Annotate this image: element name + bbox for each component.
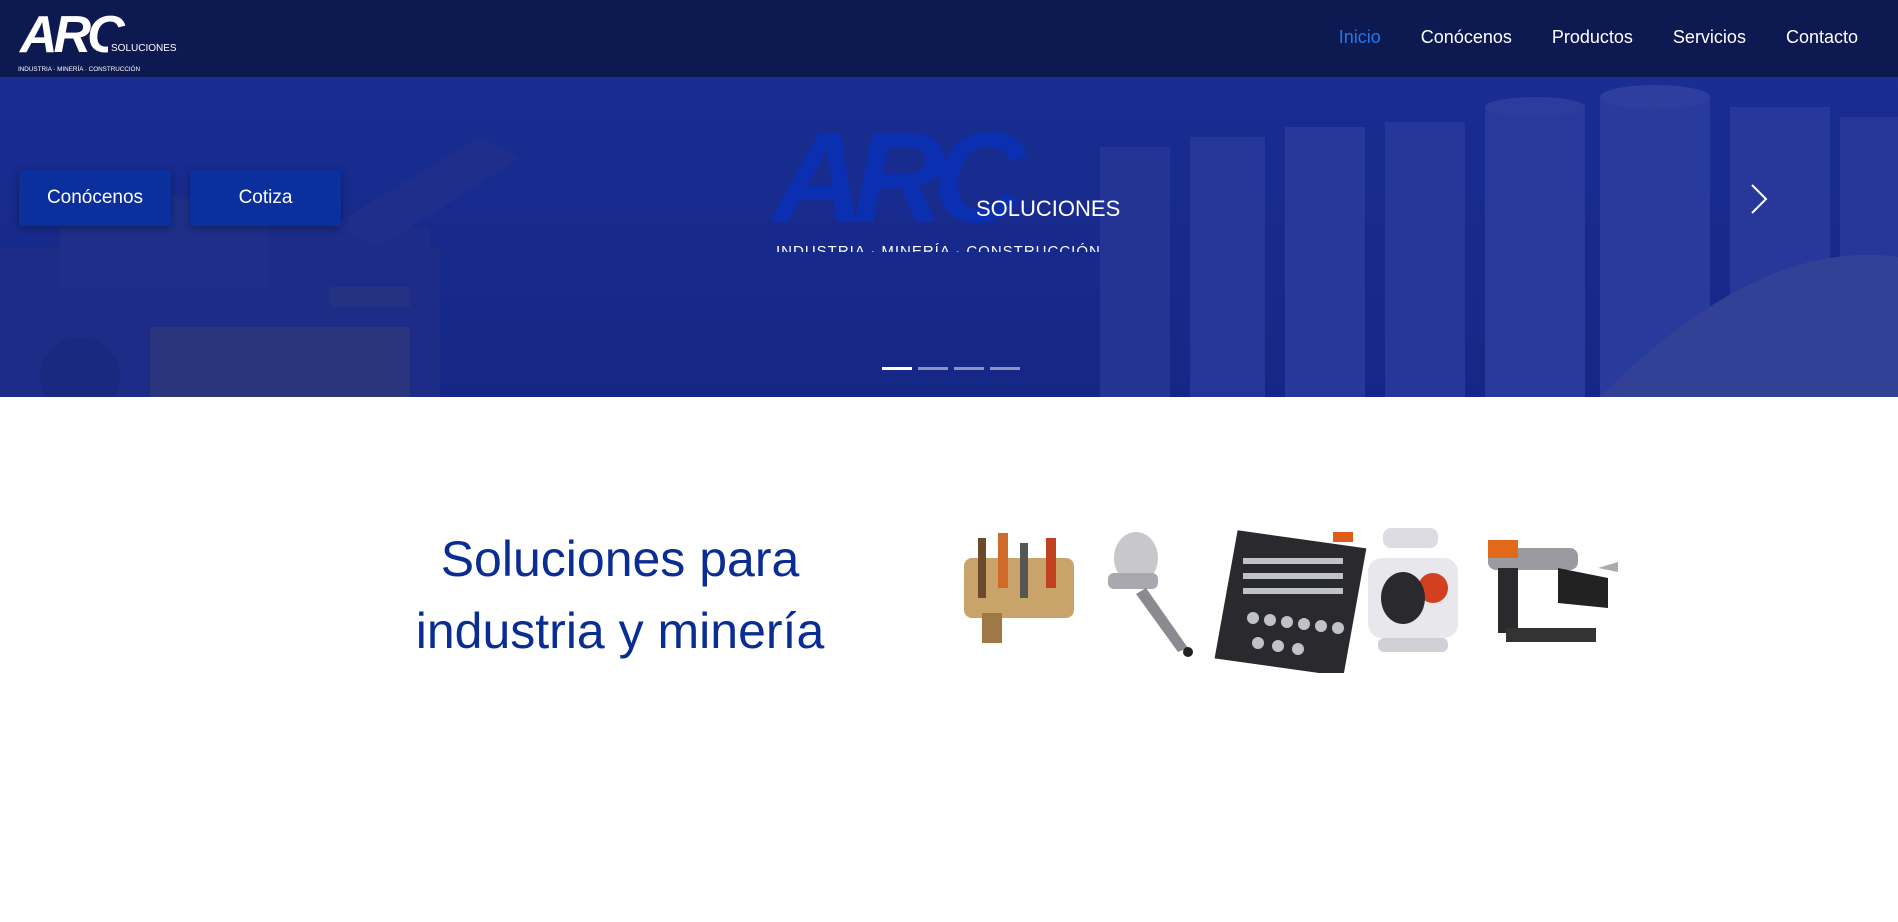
carousel-dot-3[interactable]: [954, 367, 984, 370]
chevron-right-icon[interactable]: [1748, 181, 1770, 217]
conocenos-button[interactable]: Conócenos: [19, 170, 171, 226]
main-nav: Inicio Conócenos Productos Servicios Con…: [1319, 24, 1878, 50]
products-image: [964, 528, 1618, 673]
socket-set-image: [1214, 530, 1367, 673]
nav-item-conocenos[interactable]: Conócenos: [1401, 24, 1532, 50]
nav-item-inicio[interactable]: Inicio: [1319, 24, 1401, 50]
carousel-dot-2[interactable]: [918, 367, 948, 370]
carousel-dot-4[interactable]: [990, 367, 1020, 370]
nav-item-productos[interactable]: Productos: [1532, 24, 1653, 50]
logo-sub: SOLUCIONES: [111, 43, 177, 54]
hero-carousel: Conócenos Cotiza ARC SOLUCIONES INDUSTRI…: [0, 77, 1898, 397]
cotiza-button[interactable]: Cotiza: [190, 170, 341, 226]
logo-tagline: INDUSTRIA · MINERÍA · CONSTRUCCIÓN: [18, 64, 141, 73]
carousel-indicators: [882, 367, 1020, 370]
arc-logo[interactable]: ARC SOLUCIONES INDUSTRIA · MINERÍA · CON…: [18, 10, 183, 74]
logo-text: ARC: [18, 10, 126, 64]
intro-heading: Soluciones para industria y minería: [360, 523, 880, 667]
hero-logo-sub: SOLUCIONES: [976, 196, 1120, 221]
hero-logo-text: ARC: [772, 127, 1027, 250]
navbar: ARC SOLUCIONES INDUSTRIA · MINERÍA · CON…: [0, 0, 1898, 77]
hero-arc-logo: ARC SOLUCIONES INDUSTRIA · MINERÍA · CON…: [772, 127, 1120, 252]
intro-heading-line1: Soluciones para: [440, 531, 800, 587]
nail-gun-image: [1488, 540, 1618, 642]
nav-item-contacto[interactable]: Contacto: [1766, 24, 1878, 50]
hero-logo-tagline: INDUSTRIA · MINERÍA · CONSTRUCCIÓN: [776, 243, 1101, 252]
carousel-dot-1[interactable]: [882, 367, 912, 370]
intro-heading-line2: industria y minería: [415, 603, 825, 659]
nav-item-servicios[interactable]: Servicios: [1653, 24, 1766, 50]
diaphragm-pump-image: [1368, 528, 1458, 652]
spray-gun-image: [1108, 532, 1193, 657]
tool-belt-image: [964, 533, 1074, 643]
